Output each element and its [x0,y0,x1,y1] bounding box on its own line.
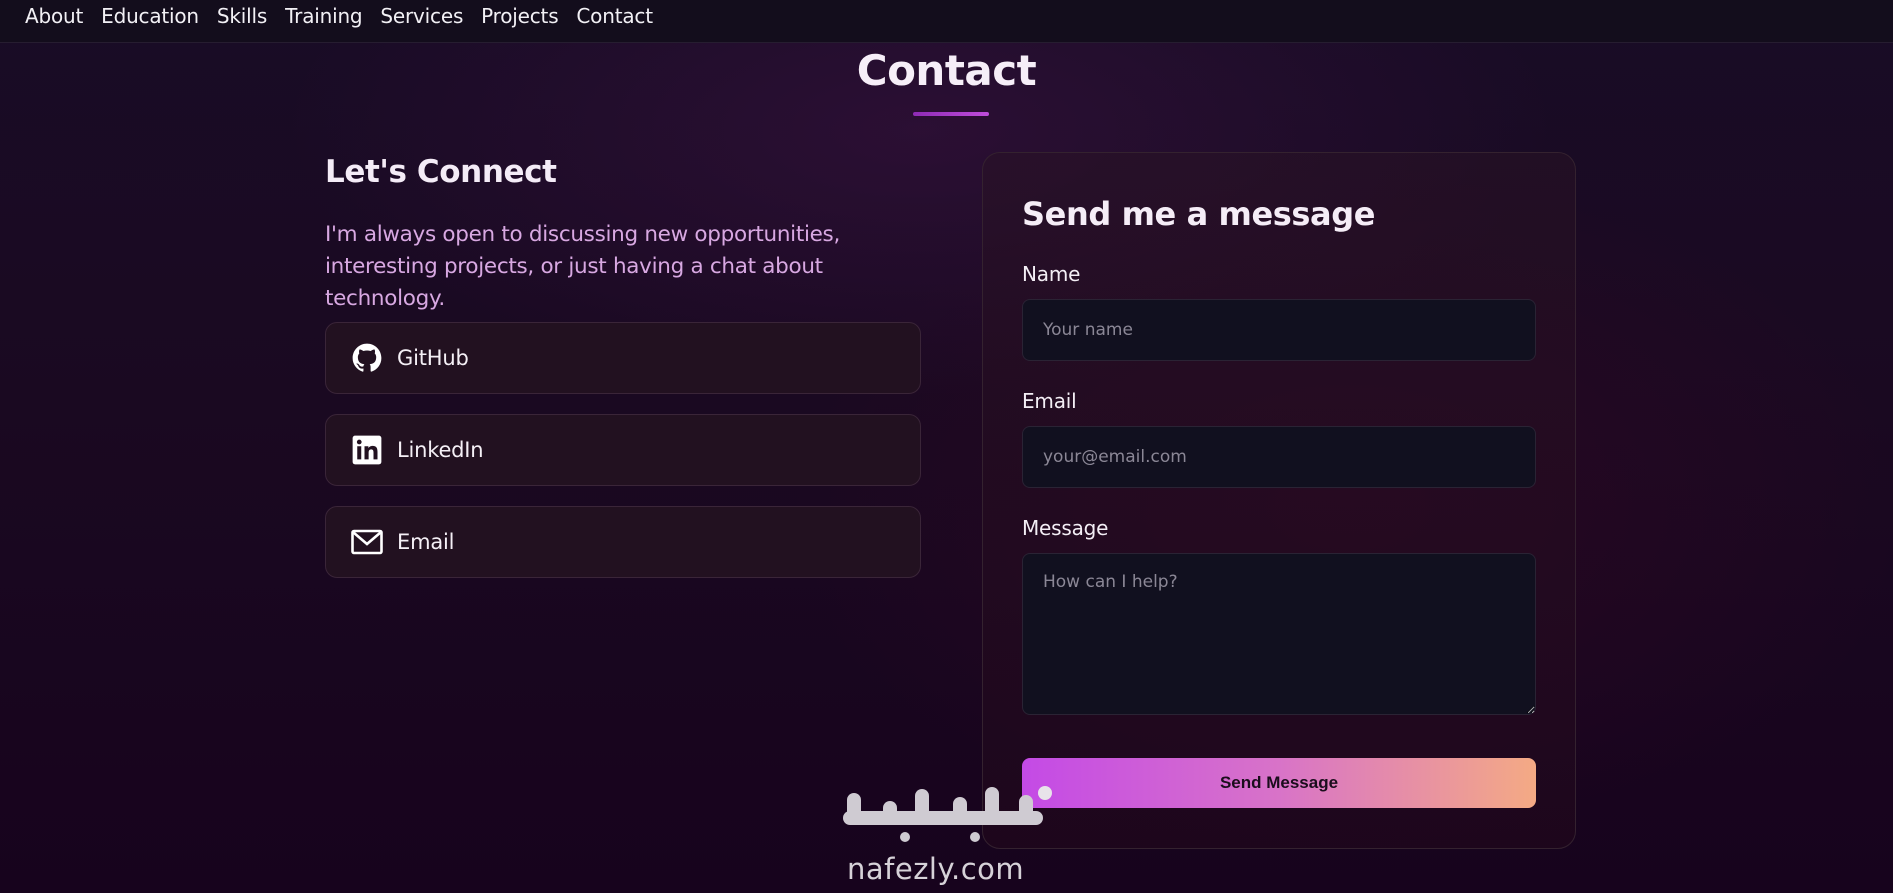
nav-contact[interactable]: Contact [576,0,653,32]
message-label: Message [1022,516,1109,540]
linkedin-icon [351,434,383,466]
email-field-label: Email [1022,389,1077,413]
email-label: Email [397,530,455,554]
title-underline [913,112,989,116]
name-label: Name [1022,262,1081,286]
nav-training[interactable]: Training [285,0,363,32]
nav-skills[interactable]: Skills [217,0,267,32]
nav-about[interactable]: About [25,0,83,32]
nav-projects[interactable]: Projects [481,0,558,32]
github-icon [351,342,383,374]
linkedin-link[interactable]: LinkedIn [325,414,921,486]
top-navbar: About Education Skills Training Services… [0,0,1893,43]
watermark-url: nafezly.com [847,852,1025,886]
github-link[interactable]: GitHub [325,322,921,394]
email-input[interactable] [1022,426,1536,488]
nav-education[interactable]: Education [101,0,199,32]
section-title: Contact [856,46,1037,95]
send-message-button[interactable]: Send Message [1022,758,1536,808]
name-input[interactable] [1022,299,1536,361]
connect-description: I'm always open to discussing new opport… [325,222,840,311]
mail-icon [351,526,383,558]
message-textarea[interactable] [1022,553,1536,715]
email-link[interactable]: Email [325,506,921,578]
form-title: Send me a message [1022,195,1376,233]
github-label: GitHub [397,346,469,370]
linkedin-label: LinkedIn [397,438,484,462]
nav-services[interactable]: Services [380,0,463,32]
contact-form-card: Send me a message Name Email Message Sen… [982,152,1576,849]
connect-heading: Let's Connect [325,154,557,190]
